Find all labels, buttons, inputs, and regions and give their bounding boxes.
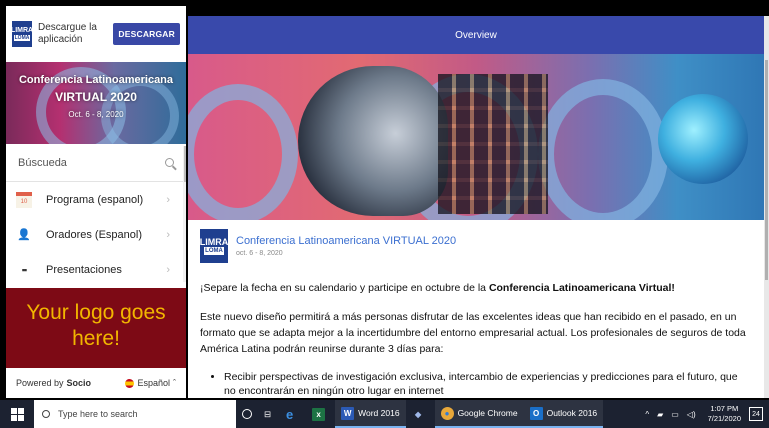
benefits-list: Recibir perspectivas de investigación ex… — [224, 370, 752, 398]
chevron-up-icon: ˆ — [173, 378, 176, 388]
sidebar: LIMRA LOMA Descargue la aplicación DESCA… — [6, 6, 186, 398]
chrome-icon: ● — [440, 406, 454, 420]
display-icon[interactable]: ▭ — [671, 410, 679, 419]
page-title: Overview — [455, 29, 497, 41]
hero-ring-2 — [188, 84, 298, 220]
intro-paragraph: ¡Separe la fecha en su calendario y part… — [200, 280, 752, 296]
windows-taskbar: Type here to search ⊟ e x W Word 2016 ◆ … — [0, 400, 769, 428]
event-dates: oct. 6 - 8, 2020 — [236, 250, 283, 257]
taskbar-clock[interactable]: 1:07 PM 7/21/2020 — [708, 404, 741, 424]
sidebar-item-oradores[interactable]: 👤 Oradores (Espanol) › — [6, 217, 186, 252]
sidebar-item-label: Oradores (Espanol) — [46, 228, 142, 241]
grid-icon: ▪▪ — [21, 264, 27, 275]
chrome-taskbar-button[interactable]: ● Google Chrome — [434, 400, 524, 428]
hero-face-illustration — [298, 66, 448, 216]
outlook-taskbar-button[interactable]: O Outlook 2016 — [523, 400, 604, 428]
spain-flag-icon — [125, 378, 135, 388]
page-header: Overview — [188, 16, 764, 54]
search-label: Búscueda — [18, 156, 67, 169]
chevron-right-icon: › — [166, 193, 170, 206]
word-icon: W — [341, 406, 355, 420]
intro-bold-text: Conferencia Latinoamericana Virtual — [488, 282, 672, 294]
task-view-icon: ⊟ — [264, 408, 272, 419]
search-input[interactable]: Búscueda — [6, 144, 186, 182]
chrome-label: Google Chrome — [457, 408, 518, 418]
word-label: Word 2016 — [358, 408, 400, 418]
language-selector[interactable]: Español ˆ — [125, 378, 176, 388]
powered-by-bar: Powered by Socio Español ˆ — [6, 368, 186, 398]
start-button[interactable] — [0, 400, 34, 428]
limra-loma-logo: LIMRA LOMA — [200, 229, 228, 263]
sidebar-item-programa[interactable]: 10 Programa (espanol) › — [6, 182, 186, 217]
hero-ring-0b — [538, 79, 668, 220]
system-tray: ^ ▰ ▭ ◁) 1:07 PM 7/21/2020 24 — [641, 404, 769, 424]
chevron-right-icon: › — [166, 263, 170, 276]
powered-by-brand: Socio — [66, 378, 92, 388]
speaker-icon: 👤 — [17, 229, 31, 241]
download-app-text: Descargue la aplicación — [38, 22, 97, 45]
calendar-icon: 10 — [16, 191, 32, 208]
app-download-bar: LIMRA LOMA Descargue la aplicación DESCA… — [6, 6, 186, 62]
sponsor-logo-placeholder: Your logo goes here! — [6, 288, 186, 368]
bird-app-icon: ◆ — [414, 409, 422, 419]
event-title: Conferencia Latinoamericana VIRTUAL 2020 — [236, 235, 457, 247]
outlook-label: Outlook 2016 — [546, 408, 598, 418]
intro-suffix: ! — [671, 282, 675, 294]
clock-time: 1:07 PM — [710, 404, 739, 413]
sidebar-item-label: Programa (espanol) — [46, 193, 144, 206]
event-header: LIMRA LOMA Conferencia Latinoamericana V… — [188, 220, 764, 272]
main-scrollbar-thumb[interactable] — [765, 60, 768, 280]
notification-count: 24 — [752, 410, 760, 418]
main-content: Overview LIMRA LOMA Conferencia Latinoam… — [188, 16, 764, 398]
app-taskbar-button[interactable]: ◆ — [406, 400, 435, 428]
download-button[interactable]: DESCARGAR — [113, 23, 180, 45]
event-banner: Conferencia Latinoamericana VIRTUAL 2020… — [6, 62, 186, 144]
list-item: Recibir perspectivas de investigación ex… — [224, 370, 752, 398]
clock-date: 7/21/2020 — [707, 414, 741, 423]
hero-photo-tiles — [438, 74, 548, 214]
hero-banner-image — [188, 54, 764, 220]
logo-top-text: LIMRA — [10, 27, 34, 34]
banner-title-line1: Conferencia Latinoamericana — [18, 74, 174, 86]
limra-loma-logo: LIMRA LOMA — [10, 21, 34, 47]
network-icon[interactable]: ▰ — [657, 410, 663, 419]
description-paragraph: Este nuevo diseño permitirá a más person… — [200, 311, 746, 355]
search-icon — [42, 410, 50, 418]
task-view-button[interactable]: ⊟ — [258, 400, 277, 428]
banner-dates: Oct. 6 - 8, 2020 — [68, 110, 124, 119]
hero-globe-illustration — [658, 94, 748, 184]
notification-center-button[interactable]: 24 — [749, 407, 763, 421]
chevron-right-icon: › — [166, 228, 170, 241]
sidebar-scrollbar-thumb[interactable] — [184, 146, 186, 182]
overview-text: ¡Separe la fecha en su calendario y part… — [188, 272, 764, 398]
logo-bottom-text: LOMA — [204, 247, 224, 255]
intro-text: ¡Separe la fecha en su calendario y part… — [200, 282, 489, 294]
logo-top-text: LIMRA — [199, 237, 229, 247]
logo-bottom-text: LOMA — [13, 35, 31, 41]
edge-icon: e — [286, 406, 294, 422]
word-taskbar-button[interactable]: W Word 2016 — [335, 400, 406, 428]
excel-icon: x — [312, 407, 326, 421]
powered-by-text: Powered by — [16, 378, 64, 388]
excel-taskbar-button[interactable]: x — [306, 400, 335, 428]
volume-icon[interactable]: ◁) — [687, 410, 696, 419]
search-icon[interactable] — [165, 158, 174, 167]
outlook-icon: O — [529, 406, 543, 420]
taskbar-search-input[interactable]: Type here to search — [34, 400, 236, 428]
sidebar-item-presentaciones[interactable]: ▪▪ Presentaciones › — [6, 252, 186, 287]
windows-logo-icon — [10, 407, 24, 421]
taskbar-search-placeholder: Type here to search — [58, 409, 138, 419]
language-label: Español — [137, 378, 170, 388]
cortana-button[interactable] — [236, 400, 258, 428]
banner-title-line2: VIRTUAL 2020 — [55, 90, 137, 104]
cortana-icon — [242, 409, 252, 419]
chevron-up-icon[interactable]: ^ — [645, 410, 649, 419]
sidebar-item-label: Presentaciones — [46, 263, 122, 276]
edge-taskbar-button[interactable]: e — [277, 400, 306, 428]
